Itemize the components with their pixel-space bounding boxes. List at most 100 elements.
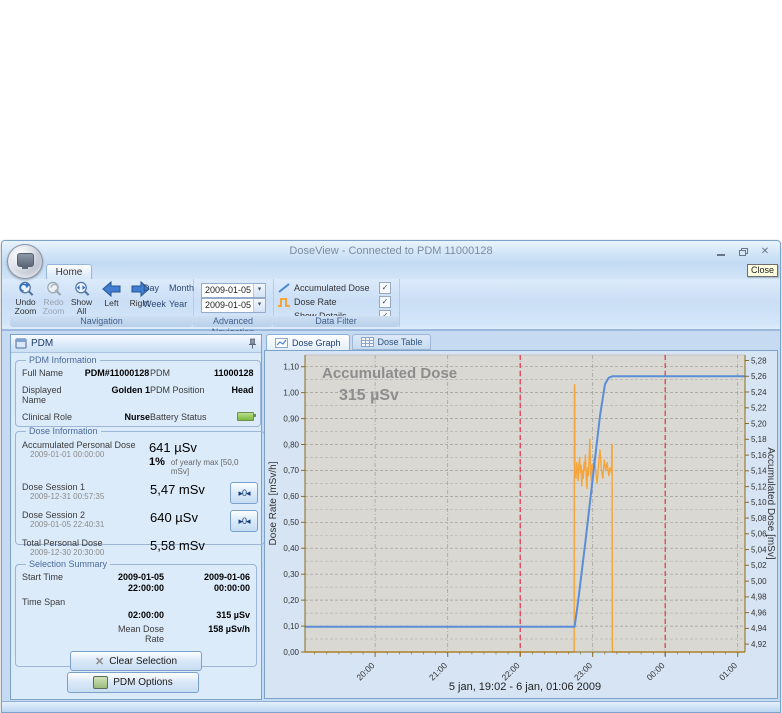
dose-rate-checkbox[interactable]: ✓ bbox=[379, 296, 391, 308]
dose-rate-pulse-icon bbox=[277, 296, 291, 308]
pdm-information-legend: PDM Information bbox=[26, 355, 100, 365]
svg-text:5 jan, 19:02 - 6 jan, 01:06 20: 5 jan, 19:02 - 6 jan, 01:06 2009 bbox=[449, 681, 601, 693]
pan-left-button[interactable]: Left bbox=[98, 280, 125, 316]
mean-dose-rate-label: Mean Dose Rate bbox=[78, 624, 164, 644]
start-date-dropdown[interactable]: 2009-01-05 ▾ bbox=[201, 283, 266, 298]
svg-text:5,14: 5,14 bbox=[751, 467, 767, 476]
svg-text:0,20: 0,20 bbox=[283, 596, 299, 605]
svg-text:5,20: 5,20 bbox=[751, 419, 767, 428]
selection-start-date: 2009-01-05 bbox=[118, 572, 164, 582]
svg-text:5,26: 5,26 bbox=[751, 372, 767, 381]
button-label: All bbox=[77, 307, 86, 316]
line-chart-icon bbox=[275, 338, 288, 348]
pdm-information-group: PDM Information Full Name PDM#11000128 P… bbox=[15, 355, 261, 427]
svg-text:5,10: 5,10 bbox=[751, 498, 767, 507]
full-name-label: Full Name bbox=[22, 368, 84, 378]
yearly-max-note: of yearly max [50,0 mSv] bbox=[171, 458, 258, 476]
selection-end-date: 2009-01-06 bbox=[204, 572, 250, 582]
redo-zoom-button[interactable]: Redo Zoom bbox=[40, 280, 67, 316]
main-area: PDM PDM Information Full Name PDM#110001… bbox=[2, 331, 780, 702]
accumulated-dose-line-icon bbox=[277, 282, 291, 294]
tab-dose-graph[interactable]: Dose Graph bbox=[266, 334, 350, 350]
minimize-button[interactable] bbox=[712, 244, 730, 258]
svg-text:Accumulated Dose: Accumulated Dose bbox=[322, 365, 457, 382]
clear-selection-button[interactable]: ✕ Clear Selection bbox=[70, 651, 202, 671]
app-logo-icon bbox=[17, 253, 34, 267]
svg-text:20:00: 20:00 bbox=[354, 660, 376, 682]
svg-text:5,00: 5,00 bbox=[751, 577, 767, 586]
start-time-label: Start Time bbox=[22, 572, 78, 594]
selection-end-value: 2009-01-06 00:00:00 bbox=[164, 572, 250, 594]
dose-graph-container: Accumulated Dose315 µSv0,000,100,200,300… bbox=[264, 350, 778, 699]
pdm-options-button[interactable]: PDM Options bbox=[67, 672, 199, 693]
tab-home[interactable]: Home bbox=[46, 264, 92, 280]
svg-text:4,98: 4,98 bbox=[751, 593, 767, 602]
svg-text:4,94: 4,94 bbox=[751, 624, 767, 633]
reset-session-1-button[interactable]: ▸0◂ bbox=[230, 482, 258, 504]
battery-icon bbox=[237, 412, 254, 421]
svg-text:1,00: 1,00 bbox=[283, 388, 299, 397]
displayed-name-label: Displayed Name bbox=[22, 385, 84, 405]
svg-text:0,80: 0,80 bbox=[283, 440, 299, 449]
svg-text:0,30: 0,30 bbox=[283, 570, 299, 579]
restore-icon bbox=[739, 248, 747, 255]
restore-button[interactable] bbox=[734, 244, 752, 258]
period-day[interactable]: Day bbox=[143, 283, 169, 293]
svg-text:5,16: 5,16 bbox=[751, 451, 767, 460]
svg-text:0,90: 0,90 bbox=[283, 414, 299, 423]
pdm-panel-title: PDM bbox=[31, 338, 248, 349]
time-span-label: Time Span bbox=[22, 597, 78, 607]
svg-text:22:00: 22:00 bbox=[499, 660, 521, 682]
reset-session-2-button[interactable]: ▸0◂ bbox=[230, 510, 258, 532]
dose-information-legend: Dose Information bbox=[26, 426, 101, 436]
pdm-position-value: Head bbox=[214, 385, 254, 395]
table-icon bbox=[361, 337, 374, 347]
svg-text:21:00: 21:00 bbox=[427, 660, 449, 682]
period-week[interactable]: Week bbox=[143, 299, 169, 309]
dose-information-group: Dose Information Accumulated Personal Do… bbox=[15, 426, 265, 545]
group-label-advanced-navigation: Advanced Navigation bbox=[193, 316, 273, 327]
tab-dose-table[interactable]: Dose Table bbox=[352, 334, 432, 350]
pdm-options-label: PDM Options bbox=[113, 677, 172, 688]
dose-session-1-row: Dose Session 1 2009-12-31 00:57:35 5,47 … bbox=[22, 482, 258, 504]
dose-label: Total Personal Dose bbox=[22, 538, 150, 548]
filter-dose-rate: Dose Rate ✓ bbox=[277, 296, 391, 308]
dose-value: 5,47 mSv bbox=[150, 482, 222, 497]
svg-text:1,10: 1,10 bbox=[283, 363, 299, 372]
selection-end-time: 00:00:00 bbox=[214, 583, 250, 593]
clear-selection-label: Clear Selection bbox=[109, 656, 177, 667]
svg-text:4,96: 4,96 bbox=[751, 608, 767, 617]
dose-date: 2009-12-30 20:30:00 bbox=[30, 548, 150, 558]
svg-text:0,50: 0,50 bbox=[283, 518, 299, 527]
pin-icon[interactable] bbox=[248, 338, 257, 349]
show-all-button[interactable]: Show All bbox=[68, 280, 95, 316]
end-date-dropdown[interactable]: 2009-01-05 ▾ bbox=[201, 298, 266, 313]
svg-text:5,12: 5,12 bbox=[751, 482, 767, 491]
total-personal-dose-row: Total Personal Dose 2009-12-30 20:30:00 … bbox=[22, 538, 258, 558]
full-name-value: PDM#11000128 bbox=[84, 368, 150, 378]
button-label: Zoom bbox=[43, 307, 65, 316]
ribbon: Undo Zoom Redo Zoom bbox=[2, 279, 780, 331]
dose-graph-plot[interactable]: Accumulated Dose315 µSv0,000,100,200,300… bbox=[265, 351, 777, 696]
svg-text:0,10: 0,10 bbox=[283, 622, 299, 631]
undo-zoom-icon bbox=[15, 280, 37, 298]
ribbon-group-navigation: Undo Zoom Redo Zoom bbox=[10, 279, 194, 327]
svg-text:315 µSv: 315 µSv bbox=[339, 387, 399, 404]
svg-text:23:00: 23:00 bbox=[572, 660, 594, 682]
group-label-navigation: Navigation bbox=[10, 316, 193, 327]
dose-date: 2009-12-31 00:57:35 bbox=[30, 492, 150, 502]
undo-zoom-button[interactable]: Undo Zoom bbox=[12, 280, 39, 316]
close-button[interactable]: ✕ bbox=[756, 244, 774, 258]
svg-text:00:00: 00:00 bbox=[644, 660, 666, 682]
ribbon-group-advanced-navigation: 2009-01-05 ▾ 2009-01-05 ▾ Advanced Navig… bbox=[193, 279, 274, 327]
selection-dose-value: 315 µSv bbox=[164, 610, 250, 621]
selection-start-time: 22:00:00 bbox=[128, 583, 164, 593]
svg-text:5,28: 5,28 bbox=[751, 356, 767, 365]
button-label: Left bbox=[104, 299, 118, 308]
svg-text:Dose Rate [mSv/h]: Dose Rate [mSv/h] bbox=[268, 461, 279, 545]
application-menu-button[interactable] bbox=[7, 244, 43, 279]
accumulated-dose-checkbox[interactable]: ✓ bbox=[379, 282, 391, 294]
svg-text:5,04: 5,04 bbox=[751, 545, 767, 554]
yearly-percent: 1% bbox=[149, 456, 165, 468]
clear-x-icon: ✕ bbox=[95, 655, 104, 668]
